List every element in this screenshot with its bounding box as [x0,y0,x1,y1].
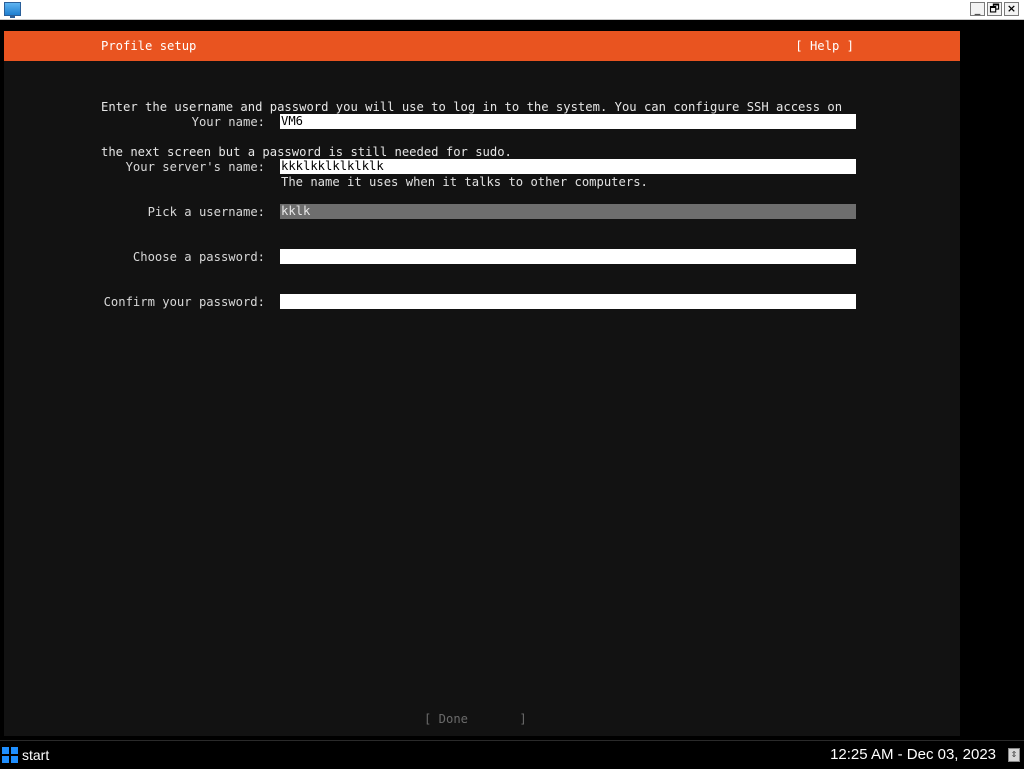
windows-logo-icon[interactable] [2,747,18,763]
username-field[interactable]: kklk [280,204,856,219]
clock: 12:25 AM - Dec 03, 2023 [830,746,996,763]
confirm-password-field[interactable] [280,294,856,309]
your-name-label: Your name: [191,115,265,129]
page-title: Profile setup [101,39,197,53]
intro-line: the next screen but a password is still … [101,145,512,159]
server-name-field[interactable]: kkklkklklklklk [280,159,856,174]
window-titlebar: _ 🗗 × [0,0,1024,20]
installer-header: Profile setup [ Help ] [4,31,960,61]
confirm-password-label: Confirm your password: [103,295,265,309]
server-name-label: Your server's name: [125,160,265,174]
taskbar: start 12:25 AM - Dec 03, 2023 ⇕ [0,740,1024,769]
minimize-button[interactable]: _ [970,2,985,16]
start-button[interactable]: start [22,747,49,763]
help-button[interactable]: [ Help ] [795,39,854,53]
password-field[interactable] [280,249,856,264]
username-label: Pick a username: [147,205,265,219]
close-button[interactable]: × [1004,2,1019,16]
password-label: Choose a password: [132,250,265,264]
intro-line: Enter the username and password you will… [101,100,843,114]
done-button[interactable]: [ Done ] [424,712,527,726]
your-name-field[interactable]: VM6 [280,114,856,129]
server-name-help-text: The name it uses when it talks to other … [281,175,648,189]
vm-display[interactable]: Profile setup [ Help ] Enter the usernam… [0,20,1024,740]
monitor-icon [4,2,21,18]
scroll-arrows-icon[interactable]: ⇕ [1008,748,1020,762]
restore-button[interactable]: 🗗 [987,2,1002,16]
